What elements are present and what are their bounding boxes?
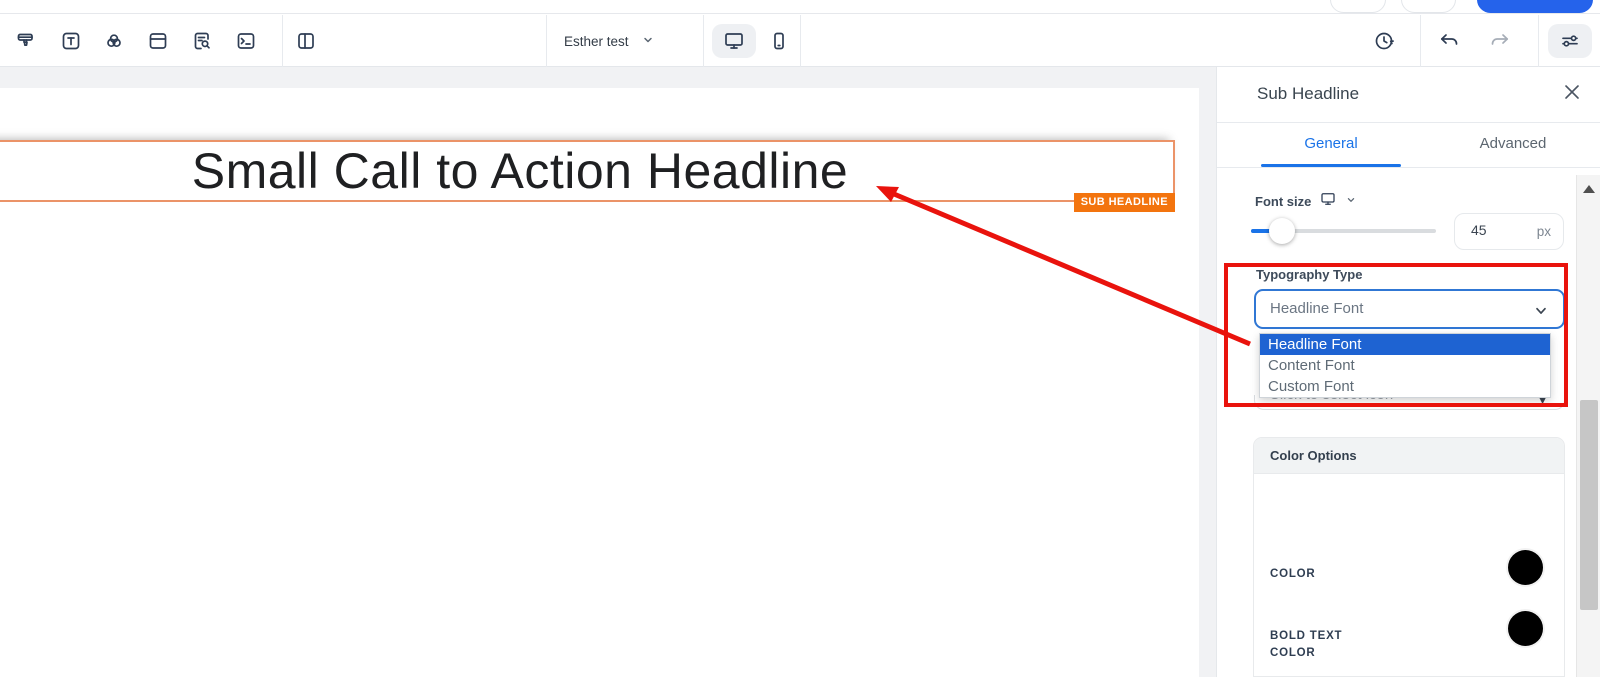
font-size-unit: px xyxy=(1537,224,1551,239)
columns-layout-icon xyxy=(294,29,318,53)
page-selector-dropdown[interactable]: Esther test xyxy=(558,24,661,58)
color-row-label: COLOR xyxy=(1270,566,1316,583)
theme-button[interactable] xyxy=(10,24,44,58)
color-options-title: Color Options xyxy=(1254,438,1564,474)
dropdown-option-content-font[interactable]: Content Font xyxy=(1260,355,1550,376)
dropdown-option-headline-font[interactable]: Headline Font xyxy=(1260,334,1550,355)
sections-button[interactable] xyxy=(141,24,175,58)
close-sidebar-button[interactable] xyxy=(1561,81,1583,103)
layout-button[interactable] xyxy=(289,24,323,58)
redo-icon xyxy=(1488,29,1512,53)
colors-button[interactable] xyxy=(97,24,131,58)
colors-icon xyxy=(102,29,126,53)
undo-button[interactable] xyxy=(1432,24,1466,58)
scrollbar-up-arrow[interactable] xyxy=(1583,185,1595,193)
selection-type-badge: SUB HEADLINE xyxy=(1074,193,1175,212)
typography-selected-value: Headline Font xyxy=(1270,300,1363,317)
mobile-view-button[interactable] xyxy=(760,24,798,58)
settings-sliders-icon xyxy=(1558,29,1582,53)
typography-type-select[interactable]: Headline Font xyxy=(1254,289,1565,329)
tab-advanced[interactable]: Advanced xyxy=(1433,135,1593,152)
settings-sidebar: Sub Headline General Advanced Font size … xyxy=(1216,67,1600,677)
text-button[interactable] xyxy=(54,24,88,58)
toolbar-divider xyxy=(800,15,801,67)
tab-general[interactable]: General xyxy=(1251,135,1411,152)
page-builder-app: Esther test Small Call to Action Headlin xyxy=(0,0,1600,677)
undo-icon xyxy=(1437,29,1461,53)
color-options-card: Color Options COLOR BOLD TEXT COLOR ITAL… xyxy=(1253,437,1565,677)
topbar-button-2[interactable] xyxy=(1401,0,1456,13)
editor-toolbar: Esther test xyxy=(0,15,1600,67)
sidebar-scrollbar[interactable] xyxy=(1576,175,1600,677)
close-icon xyxy=(1561,91,1583,106)
page-selector-label: Esther test xyxy=(564,34,629,49)
color-swatch[interactable] xyxy=(1508,550,1543,585)
selected-subheadline-element[interactable]: Small Call to Action Headline SUB HEADLI… xyxy=(0,140,1175,202)
code-button[interactable] xyxy=(229,24,263,58)
page-search-icon xyxy=(190,29,214,53)
bold-text-color-swatch[interactable] xyxy=(1508,611,1543,646)
divider xyxy=(1217,167,1600,168)
toolbar-divider xyxy=(1420,15,1421,67)
code-terminal-icon xyxy=(234,29,258,53)
toolbar-divider xyxy=(546,15,547,67)
desktop-view-button[interactable] xyxy=(712,24,756,58)
dropdown-option-custom-font[interactable]: Custom Font xyxy=(1260,376,1550,397)
chevron-down-icon[interactable] xyxy=(1345,193,1357,211)
headline-text: Small Call to Action Headline xyxy=(192,143,849,199)
bold-text-color-row-label: BOLD TEXT COLOR xyxy=(1270,628,1390,662)
history-button[interactable] xyxy=(1367,24,1401,58)
typography-type-label: Typography Type xyxy=(1256,267,1362,282)
page-canvas[interactable]: Small Call to Action Headline SUB HEADLI… xyxy=(0,88,1199,677)
history-clock-icon xyxy=(1372,29,1396,53)
topbar-button-1[interactable] xyxy=(1330,0,1386,13)
chevron-down-icon xyxy=(641,33,655,50)
typography-dropdown-list: Headline Font Content Font Custom Font xyxy=(1259,333,1551,398)
sidebar-title: Sub Headline xyxy=(1257,84,1359,104)
settings-button[interactable] xyxy=(1548,24,1592,58)
toolbar-divider xyxy=(282,15,283,67)
font-size-label: Font size xyxy=(1255,194,1311,209)
font-size-slider-fill xyxy=(1251,229,1271,233)
redo-button[interactable] xyxy=(1483,24,1517,58)
divider xyxy=(1217,122,1600,123)
scrollbar-thumb[interactable] xyxy=(1580,400,1598,610)
font-size-input[interactable] xyxy=(1469,221,1519,239)
toolbar-divider xyxy=(703,15,704,67)
paint-roller-icon xyxy=(15,29,39,53)
font-size-slider-thumb[interactable] xyxy=(1269,218,1295,244)
mobile-icon xyxy=(767,29,791,53)
page-search-button[interactable] xyxy=(185,24,219,58)
font-size-input-wrap: px xyxy=(1454,213,1564,250)
toolbar-divider xyxy=(1538,15,1539,67)
top-strip xyxy=(0,0,1600,14)
section-card-icon xyxy=(146,29,170,53)
topbar-primary-button[interactable] xyxy=(1477,0,1593,13)
text-icon xyxy=(59,29,83,53)
desktop-icon xyxy=(722,29,746,53)
desktop-breakpoint-icon[interactable] xyxy=(1319,190,1337,213)
